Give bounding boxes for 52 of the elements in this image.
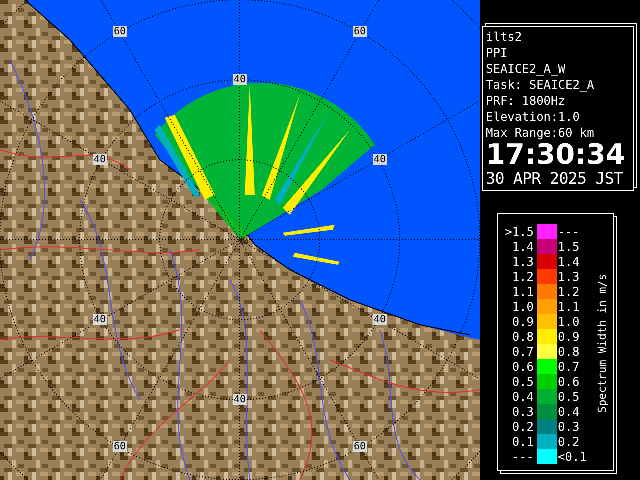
info-text: PPI bbox=[486, 45, 509, 61]
legend-label: 1.2 bbox=[557, 284, 581, 298]
info-text: ilts2 bbox=[486, 29, 524, 45]
legend-label: --- bbox=[511, 450, 535, 464]
range-label: 60 bbox=[112, 26, 128, 38]
legend-label: 1.4 bbox=[511, 240, 535, 254]
date-text: 30 APR 2025 JST bbox=[486, 169, 624, 189]
legend-label: 0.2 bbox=[511, 420, 535, 434]
legend-label: 1.2 bbox=[511, 270, 535, 284]
legend-label: 1.4 bbox=[557, 254, 581, 268]
range-label: 40 bbox=[92, 154, 108, 166]
range-label: 40 bbox=[372, 314, 388, 326]
legend-label: 0.3 bbox=[511, 404, 535, 418]
legend-title: Spectrum Width in m/s bbox=[596, 274, 609, 414]
info-text: PRF: 1800Hz bbox=[486, 93, 566, 109]
legend-label: 0.2 bbox=[557, 434, 581, 448]
legend-label: 1.1 bbox=[557, 300, 581, 314]
range-label: 60 bbox=[112, 442, 128, 452]
legend-label: 1.3 bbox=[557, 270, 581, 284]
legend-label: 1.5 bbox=[557, 240, 581, 254]
legend-label: 1.0 bbox=[557, 314, 581, 328]
range-label: 40 bbox=[232, 74, 248, 86]
range-label: 40 bbox=[372, 154, 388, 166]
legend-label: 0.6 bbox=[511, 360, 535, 374]
time-text: 17:30:34 bbox=[486, 141, 626, 169]
legend-label: 0.8 bbox=[511, 330, 535, 344]
legend-label: 1.0 bbox=[511, 300, 535, 314]
legend-label: 1.3 bbox=[511, 254, 535, 268]
legend-label: 0.3 bbox=[557, 420, 581, 434]
legend-label: 0.6 bbox=[557, 374, 581, 388]
legend-label: 0.5 bbox=[511, 374, 535, 388]
info-text: Task: SEAICE2_A bbox=[486, 77, 596, 93]
legend-label: 0.4 bbox=[557, 404, 581, 418]
range-label: 60 bbox=[352, 442, 368, 452]
range-label: 40 bbox=[92, 314, 108, 326]
legend-label: --- bbox=[557, 224, 581, 238]
legend-label: 0.1 bbox=[511, 434, 535, 448]
legend-label: 0.7 bbox=[511, 344, 535, 358]
info-text: Elevation:1.0 bbox=[486, 109, 581, 125]
info-text: Max Range:60 km bbox=[486, 125, 596, 141]
legend-label: 0.8 bbox=[557, 344, 581, 358]
legend-label: 0.9 bbox=[511, 314, 535, 328]
legend-label: <0.1 bbox=[557, 450, 588, 464]
legend-label: 0.4 bbox=[511, 390, 535, 404]
legend-label: >1.5 bbox=[504, 224, 535, 238]
range-label: 60 bbox=[352, 26, 368, 38]
legend-label: 0.5 bbox=[557, 390, 581, 404]
info-text: SEAICE2_A_W bbox=[486, 61, 566, 77]
legend-label: 1.1 bbox=[511, 284, 535, 298]
range-label: 40 bbox=[232, 394, 248, 406]
legend-label: 0.7 bbox=[557, 360, 581, 374]
legend-label: 0.9 bbox=[557, 330, 581, 344]
